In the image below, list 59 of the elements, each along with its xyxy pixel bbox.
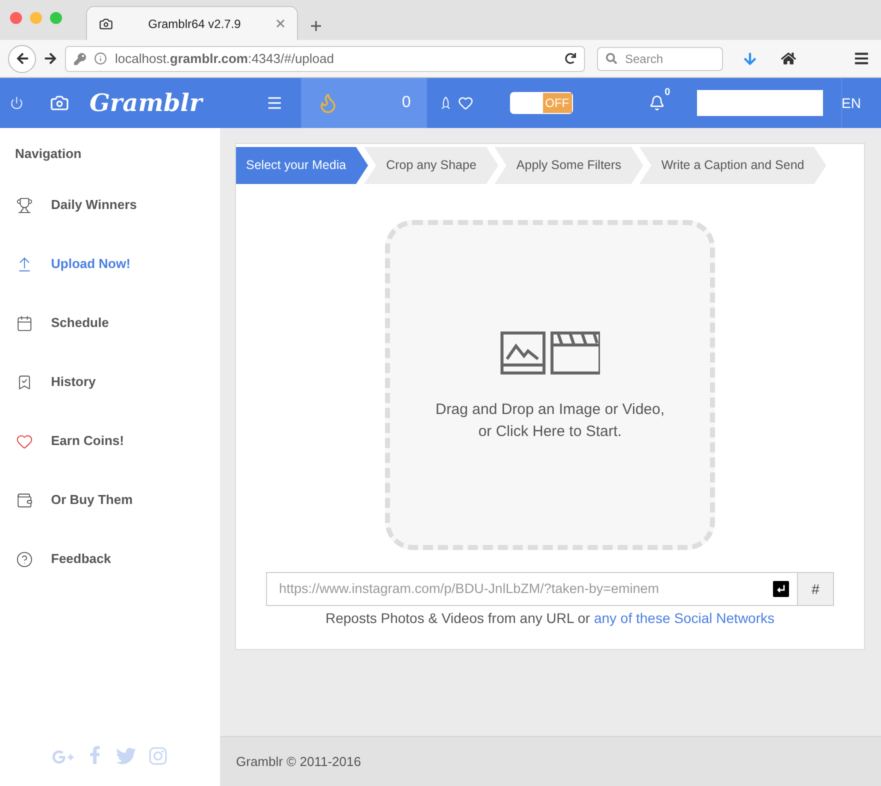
heart-icon[interactable] (458, 95, 474, 111)
logo-icon (50, 93, 70, 113)
power-icon[interactable] (10, 96, 24, 110)
key-icon (74, 52, 86, 64)
help-icon (16, 550, 33, 568)
repost-note: Reposts Photos & Videos from any URL or any of these Social Networks (326, 609, 774, 628)
info-icon[interactable] (94, 52, 107, 65)
download-icon[interactable] (743, 52, 757, 66)
close-window-icon[interactable] (10, 12, 22, 24)
step-tab[interactable]: Select your Media (236, 147, 368, 184)
reload-icon[interactable] (565, 53, 576, 64)
bookmark-icon (16, 374, 33, 390)
nav-item[interactable]: Daily Winners (0, 176, 220, 234)
nav-item[interactable]: Earn Coins! (0, 412, 220, 470)
rocket-icon[interactable] (440, 96, 450, 110)
app-favicon-icon (99, 16, 113, 30)
calendar-icon (16, 314, 33, 332)
social-networks-link[interactable]: any of these Social Networks (594, 610, 774, 626)
menu-icon[interactable] (854, 51, 869, 66)
browser-search-field[interactable]: Search (597, 46, 723, 70)
copyright-text: Gramblr © 2011-2016 (236, 752, 361, 771)
nav-item[interactable]: Feedback (0, 530, 220, 588)
step-tab[interactable]: Crop any Shape (364, 147, 498, 184)
tab-title: Gramblr64 v2.7.9 (147, 16, 242, 32)
new-tab-icon[interactable] (310, 20, 322, 32)
nav-item[interactable]: Or Buy Them (0, 470, 220, 530)
search-placeholder: Search (625, 50, 664, 68)
drop-zone[interactable]: Drag and Drop an Image or Video, or Click Here to Start. (385, 220, 715, 550)
browser-tab[interactable]: Gramblr64 v2.7.9 (86, 6, 298, 40)
drop-zone-text: Drag and Drop an Image or Video, or Click Here to Start. (435, 400, 665, 442)
step-tab[interactable]: Write a Caption and Send (639, 147, 826, 184)
nav-item[interactable]: Schedule (0, 294, 220, 352)
notification-icon[interactable] (648, 95, 665, 111)
home-icon[interactable] (781, 51, 796, 66)
sidebar-title: Navigation (15, 145, 82, 163)
back-button[interactable] (8, 44, 36, 72)
header-search-field[interactable] (696, 90, 823, 116)
back-arrow-icon (16, 52, 28, 65)
trophy-icon (16, 196, 33, 214)
nav-item[interactable]: Upload Now! (0, 234, 220, 294)
search-icon (606, 53, 617, 64)
address-bar[interactable]: localhost.gramblr.com:4343/#/upload (65, 46, 585, 72)
forward-icon[interactable] (44, 52, 57, 65)
brand-name: Gramblr (89, 87, 202, 119)
step-tab[interactable]: Apply Some Filters (494, 147, 644, 184)
url-text: localhost.gramblr.com:4343/#/upload (115, 50, 335, 68)
coin-count: 0 (402, 93, 411, 113)
hashtag-button[interactable]: # (798, 572, 834, 606)
enter-icon[interactable] (773, 581, 789, 597)
notification-count: 0 (664, 86, 670, 100)
upload-icon (16, 256, 33, 272)
url-input[interactable]: https://www.instagram.com/p/BDU-JnlLbZM/?taken-by=eminem (279, 578, 773, 600)
nav-item[interactable]: History (0, 352, 220, 412)
heart-icon (16, 432, 33, 450)
image-and-video-icon (500, 331, 600, 375)
wallet-icon (16, 492, 33, 508)
language-selector[interactable]: EN (842, 92, 861, 114)
url-field[interactable]: https://www.instagram.com/p/BDU-JnlLbZM/?taken-by=eminem (266, 572, 798, 606)
close-tab-icon[interactable] (276, 19, 285, 28)
